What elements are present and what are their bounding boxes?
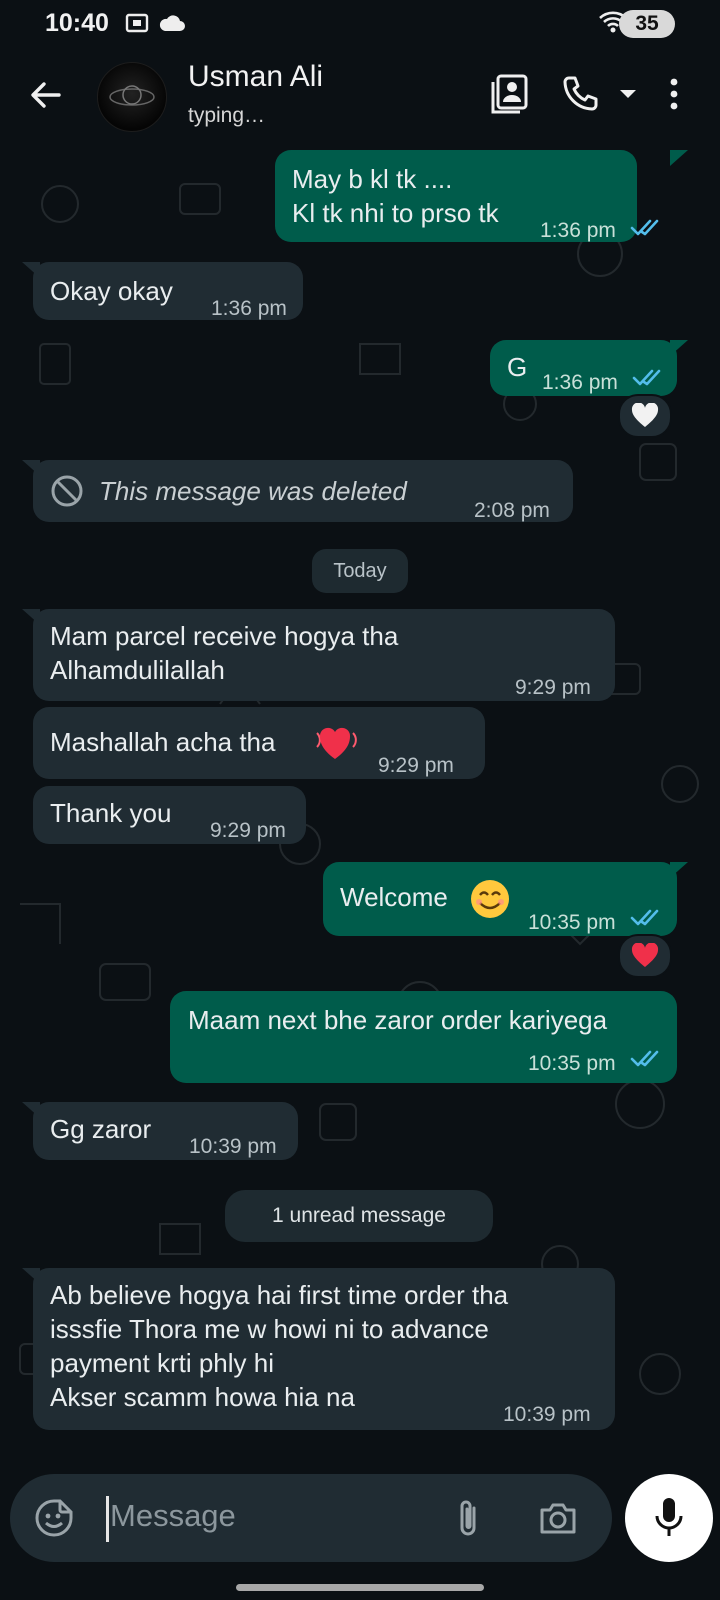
message-time: 9:29 pm — [210, 819, 286, 842]
status-bar: 10:40 35 — [0, 0, 720, 46]
message-bubble-incoming[interactable]: Ab believe hogya hai first time order th… — [33, 1268, 615, 1430]
bubble-tail-icon — [22, 1102, 40, 1118]
chat-header: Usman Ali typing… — [0, 46, 720, 144]
chat-area[interactable]: May b kl tk .... Kl tk nhi to prso tk 1:… — [0, 144, 720, 1460]
message-bubble-incoming[interactable]: Gg zaror 10:39 pm — [33, 1102, 298, 1160]
status-left-icons — [124, 10, 186, 36]
message-text: Okay okay — [50, 276, 173, 306]
contact-status: typing… — [188, 104, 266, 127]
bubble-tail-icon — [22, 262, 40, 278]
call-options-dropdown-icon[interactable] — [617, 72, 639, 116]
white-heart-icon — [631, 403, 659, 427]
message-text: This message was deleted — [99, 476, 407, 506]
microphone-icon — [655, 1498, 683, 1536]
message-time: 1:36 pm — [540, 219, 616, 242]
message-text: payment krti phly hi — [50, 1348, 274, 1378]
bubble-tail-icon — [670, 340, 688, 356]
cloud-icon — [159, 15, 185, 31]
deleted-icon — [51, 475, 83, 507]
message-bubble-incoming[interactable]: Mashallah acha tha 9:29 pm — [33, 707, 485, 779]
message-reaction[interactable] — [618, 394, 672, 438]
message-bubble-outgoing[interactable]: Maam next bhe zaror order kariyega 10:35… — [170, 991, 677, 1083]
message-reaction[interactable] — [618, 934, 672, 978]
date-divider: Today — [312, 549, 408, 593]
beating-heart-emoji-icon — [316, 727, 357, 759]
message-text: Mam parcel receive hogya tha — [50, 621, 399, 651]
bubble-tail-icon — [22, 1268, 40, 1284]
contact-name[interactable]: Usman Ali — [188, 60, 323, 94]
more-options-icon[interactable] — [664, 72, 684, 116]
message-text: Maam next bhe zaror order kariyega — [188, 1005, 608, 1035]
message-time: 9:29 pm — [378, 754, 454, 777]
message-input[interactable]: Message — [110, 1498, 236, 1534]
message-time: 1:36 pm — [542, 371, 618, 394]
message-text: Gg zaror — [50, 1114, 152, 1144]
contacts-card-icon[interactable] — [490, 72, 530, 116]
voice-call-icon[interactable] — [560, 72, 600, 116]
read-receipt-icon — [630, 1050, 659, 1067]
home-indicator[interactable] — [236, 1584, 484, 1591]
message-time: 1:36 pm — [211, 297, 287, 320]
message-time: 10:35 pm — [528, 1052, 616, 1075]
avatar-logo-icon — [109, 85, 155, 106]
message-text: Alhamdulilallah — [50, 655, 225, 685]
avatar[interactable] — [97, 62, 167, 132]
message-time: 10:39 pm — [189, 1135, 277, 1158]
bubble-tail-icon — [670, 862, 688, 878]
message-bubble-outgoing[interactable]: Welcome 10:35 pm — [323, 862, 677, 936]
message-text: Mashallah acha tha — [50, 727, 276, 757]
message-time: 2:08 pm — [474, 499, 550, 522]
message-text: Kl tk nhi to prso tk — [292, 198, 499, 228]
attach-icon[interactable] — [454, 1496, 484, 1540]
read-receipt-icon — [630, 219, 659, 236]
message-time: 10:39 pm — [503, 1403, 591, 1426]
message-bubble-incoming[interactable]: Mam parcel receive hogya tha Alhamdulila… — [33, 609, 615, 701]
battery-indicator: 35 — [619, 10, 675, 38]
message-bubble-incoming[interactable]: Okay okay 1:36 pm — [33, 262, 303, 320]
message-bubble-incoming[interactable]: Thank you 9:29 pm — [33, 786, 306, 844]
sticker-icon[interactable] — [34, 1498, 74, 1538]
bubble-tail-icon — [22, 460, 40, 476]
text-cursor — [106, 1496, 109, 1542]
back-arrow-icon[interactable] — [25, 74, 67, 116]
message-text: May b kl tk .... — [292, 164, 453, 194]
message-composer[interactable]: Message — [10, 1474, 612, 1562]
red-heart-icon — [631, 943, 659, 967]
message-bubble-outgoing[interactable]: G 1:36 pm — [490, 340, 677, 396]
status-time: 10:40 — [45, 9, 109, 37]
voice-record-button[interactable] — [625, 1474, 713, 1562]
message-time: 10:35 pm — [528, 911, 616, 934]
screen-record-icon — [125, 13, 149, 33]
message-text: Ab believe hogya hai first time order th… — [50, 1280, 509, 1310]
message-text: Welcome — [340, 882, 448, 912]
message-text: isssfie Thora me w howi ni to advance — [50, 1314, 489, 1344]
message-text: Akser scamm howa hia na — [50, 1382, 355, 1412]
message-text: Thank you — [50, 798, 172, 828]
message-bubble-outgoing[interactable]: May b kl tk .... Kl tk nhi to prso tk 1:… — [275, 150, 659, 242]
message-bubble-deleted[interactable]: This message was deleted 2:08 pm — [33, 460, 573, 522]
read-receipt-icon — [632, 369, 661, 386]
message-time: 9:29 pm — [515, 676, 591, 699]
bubble-tail-icon — [670, 150, 688, 166]
read-receipt-icon — [630, 909, 659, 926]
message-text: G — [507, 352, 528, 382]
smiling-face-emoji-icon — [471, 880, 509, 918]
unread-divider: 1 unread message — [225, 1190, 493, 1242]
camera-icon[interactable] — [538, 1498, 578, 1538]
bubble-tail-icon — [22, 609, 40, 625]
